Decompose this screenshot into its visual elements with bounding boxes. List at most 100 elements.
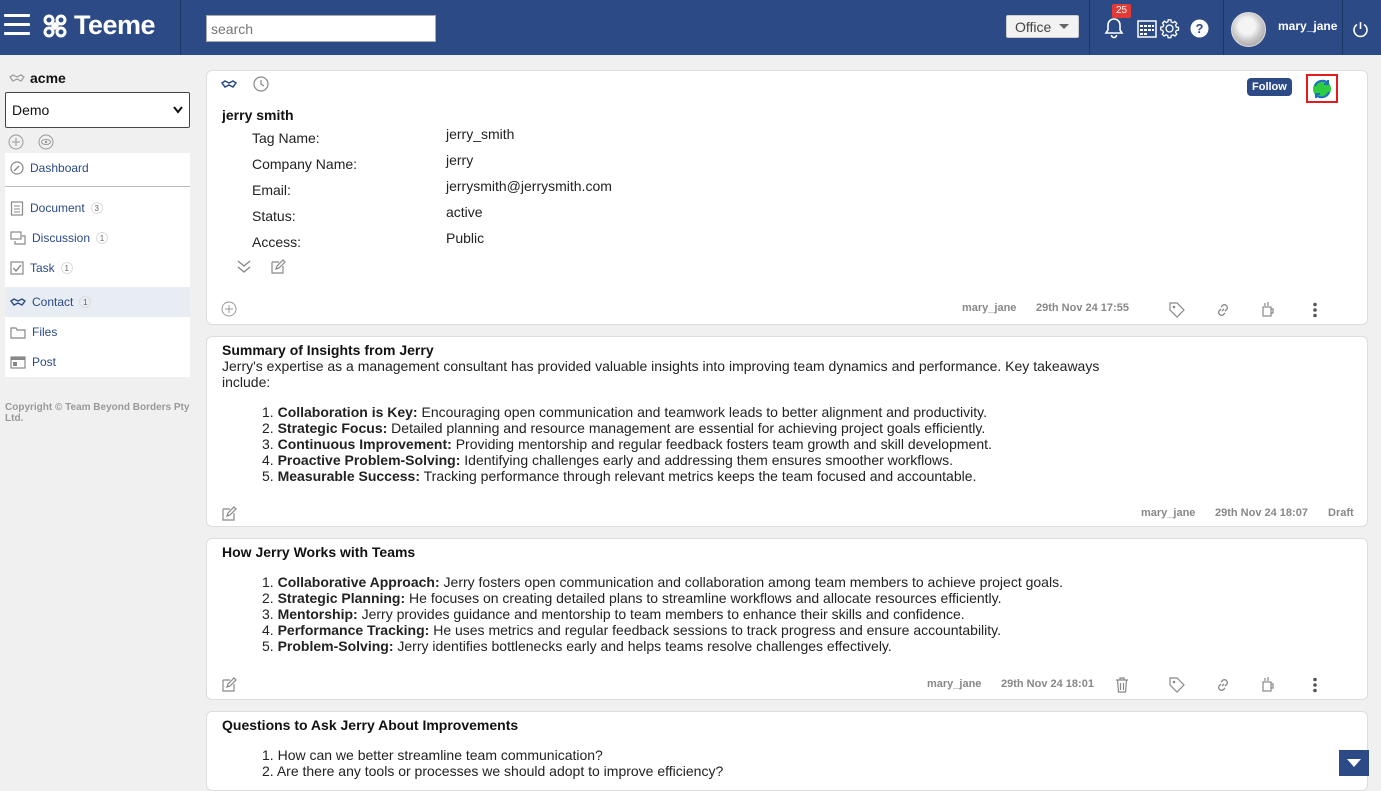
- sidebar-nav: Dashboard Document 3 Discussion 1 Task 1…: [5, 153, 190, 377]
- post-title: Summary of Insights from Jerry: [222, 342, 434, 358]
- post-list: 1. How can we better streamline team com…: [262, 747, 723, 779]
- post-title: How Jerry Works with Teams: [222, 544, 416, 560]
- tag-icon[interactable]: [1169, 677, 1185, 693]
- post-card: How Jerry Works with Teams 1. Collaborat…: [206, 538, 1368, 700]
- field-label: Tag Name:: [252, 130, 320, 146]
- post-icon: [10, 355, 26, 369]
- sidebar-item-label: Document: [30, 201, 85, 215]
- field-value-tag-name: jerry_smith: [446, 126, 515, 142]
- clock-icon[interactable]: [253, 76, 269, 92]
- post-intro: Jerry's expertise as a management consul…: [222, 358, 1100, 390]
- scroll-down-button[interactable]: [1339, 750, 1369, 776]
- handshake-icon: [10, 298, 26, 306]
- sidebar-item-post[interactable]: Post: [5, 347, 190, 377]
- post-list: 1. Collaboration is Key: Encouraging ope…: [262, 404, 992, 484]
- edit-icon[interactable]: [270, 259, 286, 275]
- org-header: acme: [9, 70, 66, 86]
- notification-badge: 25: [1112, 4, 1132, 18]
- divider: [180, 0, 181, 55]
- list-item: 2. Are there any tools or processes we s…: [262, 763, 724, 779]
- list-item: 3. Mentorship: Jerry provides guidance a…: [262, 606, 965, 622]
- more-vertical-icon[interactable]: [1312, 677, 1318, 693]
- list-item: 5. Problem-Solving: Jerry identifies bot…: [262, 638, 892, 654]
- sidebar-item-contact[interactable]: Contact 1: [5, 287, 190, 317]
- gear-icon[interactable]: [1159, 18, 1180, 39]
- folder-icon: [10, 326, 26, 339]
- org-select[interactable]: Demo: [5, 92, 190, 128]
- status-label: Draft: [1328, 507, 1354, 519]
- search-input[interactable]: [206, 15, 436, 42]
- discussion-icon: [10, 231, 26, 245]
- top-bar: Teeme Office 25 ? mary_jane: [0, 0, 1381, 55]
- field-label: Access:: [252, 234, 302, 250]
- field-value-access: Public: [446, 230, 485, 246]
- count-badge: 1: [60, 262, 73, 274]
- cup-icon[interactable]: [1260, 301, 1276, 318]
- caret-down-icon: [1347, 759, 1361, 767]
- link-icon[interactable]: [1215, 677, 1231, 693]
- sidebar-item-dashboard[interactable]: Dashboard: [5, 153, 190, 183]
- workspace-select[interactable]: Office: [1006, 15, 1079, 38]
- follow-button[interactable]: Follow: [1247, 78, 1292, 96]
- author: mary_jane: [1141, 507, 1196, 519]
- sidebar-item-label: Task: [30, 261, 55, 275]
- list-item: 1. Collaboration is Key: Encouraging ope…: [262, 404, 988, 420]
- divider: [1223, 0, 1224, 55]
- count-badge: 3: [90, 202, 103, 214]
- field-value-email: jerrysmith@jerrysmith.com: [446, 178, 612, 194]
- power-icon[interactable]: [1352, 21, 1369, 38]
- sidebar-item-document[interactable]: Document 3: [5, 193, 190, 223]
- edit-icon[interactable]: [221, 506, 237, 522]
- org-name: acme: [30, 70, 66, 86]
- sidebar: acme Demo Dashboard Document 3 Discussio…: [0, 55, 196, 783]
- more-vertical-icon[interactable]: [1312, 302, 1318, 318]
- handshake-icon: [9, 74, 25, 82]
- sidebar-item-files[interactable]: Files: [5, 317, 190, 347]
- sidebar-item-label: Dashboard: [30, 161, 89, 175]
- add-icon[interactable]: [221, 301, 237, 317]
- timestamp: 29th Nov 24 17:55: [1036, 302, 1129, 314]
- timestamp: 29th Nov 24 18:07: [1215, 507, 1308, 519]
- contact-card: Follow jerry smith Tag Name: jerry_smith…: [206, 70, 1368, 325]
- sidebar-item-label: Contact: [32, 295, 74, 309]
- cup-icon[interactable]: [1260, 676, 1276, 693]
- post-card: Summary of Insights from Jerry Jerry's e…: [206, 336, 1368, 527]
- teeme-logo-icon: [43, 14, 67, 37]
- post-card: Questions to Ask Jerry About Improvement…: [206, 711, 1368, 791]
- add-icon[interactable]: [8, 134, 24, 153]
- field-label: Email:: [252, 182, 291, 198]
- app-logo[interactable]: Teeme: [42, 10, 156, 41]
- field-label: Company Name:: [252, 156, 358, 172]
- link-icon[interactable]: [1215, 302, 1231, 318]
- sync-button[interactable]: [1306, 74, 1338, 103]
- workspace-select-value: Office: [1015, 18, 1052, 35]
- count-badge: 1: [79, 296, 92, 308]
- chevron-down-icon: [173, 106, 183, 114]
- sidebar-item-label: Files: [32, 325, 58, 339]
- divider: [1089, 0, 1090, 55]
- field-value-company: jerry: [446, 152, 474, 168]
- edit-icon[interactable]: [221, 677, 237, 693]
- expand-down-icon[interactable]: [236, 258, 252, 274]
- sidebar-item-label: Discussion: [32, 231, 91, 245]
- list-item: 4. Performance Tracking: He uses metrics…: [262, 622, 1002, 638]
- dashboard-icon: [10, 161, 24, 175]
- field-label: Status:: [252, 208, 296, 224]
- sidebar-item-discussion[interactable]: Discussion 1: [5, 223, 190, 253]
- bell-icon[interactable]: [1103, 17, 1125, 39]
- trash-icon[interactable]: [1115, 677, 1129, 693]
- calendar-icon[interactable]: [1137, 19, 1157, 38]
- help-icon[interactable]: ?: [1190, 19, 1209, 38]
- count-badge: 1: [96, 232, 109, 244]
- username[interactable]: mary_jane: [1278, 19, 1337, 33]
- author: mary_jane: [927, 678, 982, 690]
- eye-icon[interactable]: [38, 134, 54, 153]
- menu-icon[interactable]: [4, 14, 30, 38]
- tag-icon[interactable]: [1169, 302, 1185, 318]
- field-value-status: active: [446, 204, 483, 220]
- sidebar-item-task[interactable]: Task 1: [5, 253, 190, 283]
- list-item: 2. Strategic Planning: He focuses on cre…: [262, 590, 1002, 606]
- author: mary_jane: [962, 302, 1017, 314]
- handshake-icon: [221, 80, 237, 88]
- avatar[interactable]: [1231, 12, 1266, 47]
